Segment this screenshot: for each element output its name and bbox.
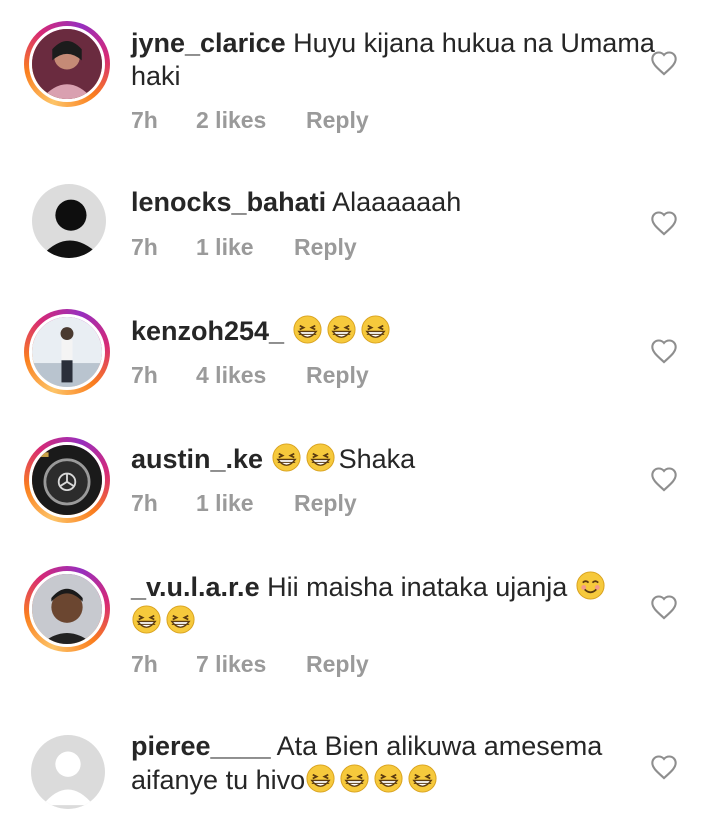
heart-outline-icon[interactable]	[650, 594, 678, 620]
default-avatar-icon	[31, 735, 105, 809]
avatar[interactable]	[24, 309, 110, 395]
heart-outline-icon[interactable]	[650, 466, 678, 492]
reply-button[interactable]: Reply	[306, 651, 369, 678]
comment-username[interactable]: lenocks_bahati	[131, 187, 326, 217]
grinning-squinting-face-icon	[271, 442, 302, 473]
comment-time: 7h	[131, 362, 158, 388]
avatar[interactable]	[24, 566, 110, 652]
comment-text: _v.u.l.a.r.e Hii maisha inataka ujanja	[131, 570, 656, 638]
likes-count[interactable]: 1 like	[196, 234, 254, 261]
reply-button[interactable]: Reply	[306, 362, 369, 389]
comment-text: austin_.ke Shaka	[131, 442, 656, 476]
comment-body: Alaaaaaah	[332, 187, 462, 217]
heart-outline-icon[interactable]	[650, 50, 678, 76]
grinning-squinting-face-icon	[305, 763, 336, 794]
heart-outline-icon[interactable]	[650, 754, 678, 780]
reply-button[interactable]: Reply	[294, 234, 357, 261]
smiling-face-icon	[575, 570, 606, 601]
comment-text: jyne_clarice Huyu kijana hukua na Umama …	[131, 27, 656, 93]
comment-username[interactable]: pieree____	[131, 731, 271, 761]
grinning-squinting-face-icon	[165, 604, 196, 635]
grinning-squinting-face-icon	[373, 763, 404, 794]
grinning-squinting-face-icon	[360, 314, 391, 345]
comment-time: 7h	[131, 490, 158, 516]
avatar[interactable]	[24, 182, 110, 268]
grinning-squinting-face-icon	[305, 442, 336, 473]
reply-button[interactable]: Reply	[294, 490, 357, 517]
comment-username[interactable]: kenzoh254_	[131, 316, 284, 346]
avatar-image	[32, 184, 106, 258]
comment-body: Hii maisha inataka ujanja	[267, 572, 568, 602]
comment-time: 7h	[131, 107, 158, 133]
reply-button[interactable]: Reply	[306, 107, 369, 134]
avatar[interactable]	[24, 730, 110, 816]
comment-text: pieree____ Ata Bien alikuwa amesema aifa…	[131, 730, 656, 797]
likes-count[interactable]: 7 likes	[196, 651, 266, 678]
likes-count[interactable]: 1 like	[196, 490, 254, 517]
grinning-squinting-face-icon	[339, 763, 370, 794]
comment-time: 7h	[131, 234, 158, 260]
grinning-squinting-face-icon	[131, 604, 162, 635]
avatar[interactable]	[24, 21, 110, 107]
heart-outline-icon[interactable]	[650, 338, 678, 364]
grinning-squinting-face-icon	[407, 763, 438, 794]
likes-count[interactable]: 2 likes	[196, 107, 266, 134]
grinning-squinting-face-icon	[292, 314, 323, 345]
grinning-squinting-face-icon	[326, 314, 357, 345]
avatar-image	[29, 442, 105, 518]
likes-count[interactable]: 4 likes	[196, 362, 266, 389]
avatar-image	[29, 571, 105, 647]
comment-text: kenzoh254_	[131, 314, 656, 348]
avatar-image	[29, 314, 105, 390]
comment-username[interactable]: jyne_clarice	[131, 28, 286, 58]
heart-outline-icon[interactable]	[650, 210, 678, 236]
comment-text: lenocks_bahati Alaaaaaah	[131, 186, 656, 219]
comment-username[interactable]: austin_.ke	[131, 444, 263, 474]
avatar[interactable]	[24, 437, 110, 523]
comment-body: Shaka	[338, 444, 416, 474]
comment-username[interactable]: _v.u.l.a.r.e	[131, 572, 260, 602]
avatar-image	[29, 26, 105, 102]
comment-time: 7h	[131, 651, 158, 677]
